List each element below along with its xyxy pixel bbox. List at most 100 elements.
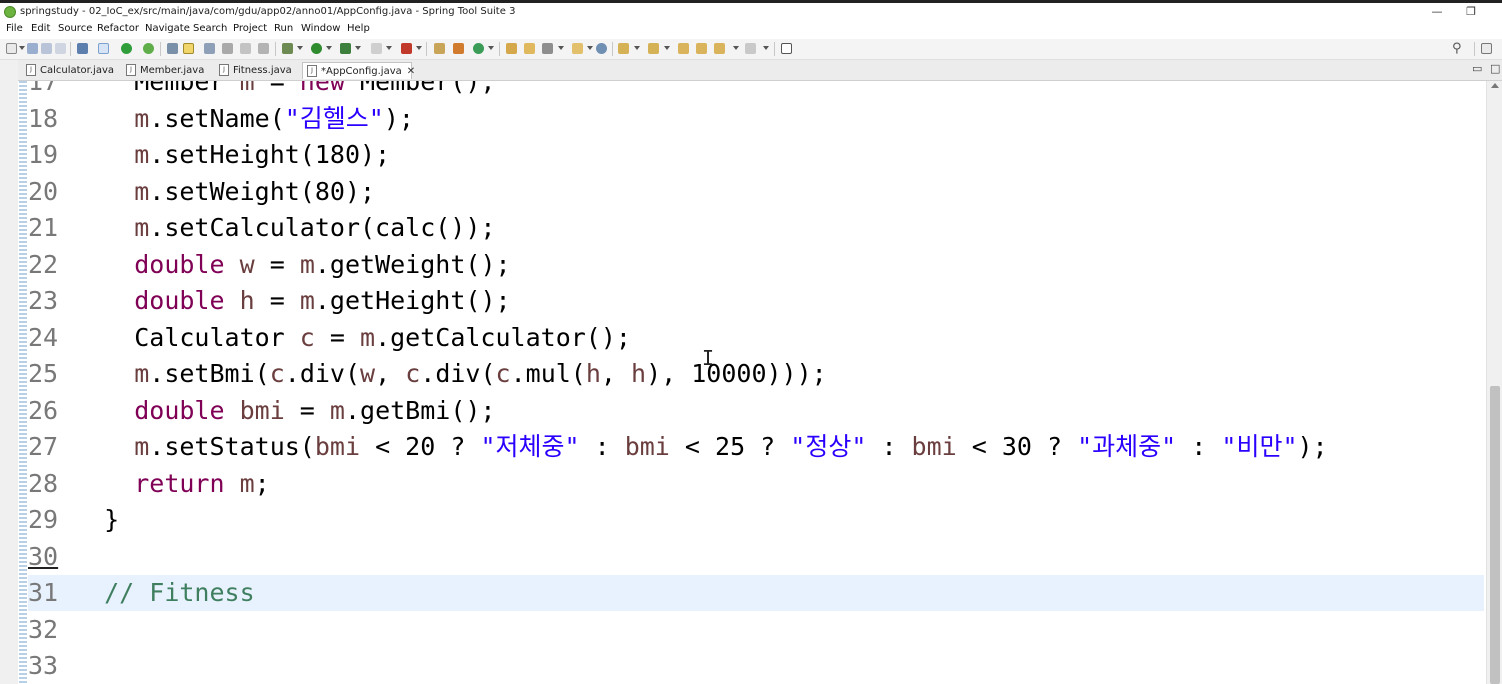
back-icon[interactable] <box>714 43 725 54</box>
code-text[interactable]: m.setHeight(180); <box>74 137 390 173</box>
open-perspective-icon[interactable] <box>1481 43 1492 54</box>
open-task-icon[interactable] <box>506 43 517 54</box>
java-file-icon: J <box>219 64 229 76</box>
browser-icon[interactable] <box>596 43 607 54</box>
tab-label: Member.java <box>140 65 205 76</box>
spring-boot-dashboard-icon[interactable] <box>121 43 132 54</box>
new-dropdown-icon[interactable] <box>19 46 25 50</box>
menu-source[interactable]: Source <box>58 23 92 34</box>
code-line[interactable]: 21 m.setCalculator(calc()); <box>28 210 1484 246</box>
forward-icon[interactable] <box>745 43 756 54</box>
code-line[interactable]: 20 m.setWeight(80); <box>28 174 1484 210</box>
code-text[interactable]: m.setStatus(bmi < 20 ? "저체중" : bmi < 25 … <box>74 429 1327 465</box>
save-all-icon[interactable] <box>41 43 52 54</box>
code-text[interactable]: double h = m.getHeight(); <box>74 283 511 319</box>
code-line[interactable]: 22 double w = m.getWeight(); <box>28 247 1484 283</box>
scroll-thumb[interactable] <box>1490 386 1500 684</box>
menu-window[interactable]: Window <box>301 23 340 34</box>
word-wrap-icon[interactable] <box>258 43 269 54</box>
code-line[interactable]: 30 <box>28 539 1484 575</box>
vertical-scrollbar[interactable] <box>1486 81 1502 684</box>
print-icon[interactable] <box>55 43 66 54</box>
code-line[interactable]: 24 Calculator c = m.getCalculator(); <box>28 320 1484 356</box>
code-line[interactable]: 31 // Fitness <box>28 575 1484 611</box>
menu-edit[interactable]: Edit <box>31 23 50 34</box>
coverage-icon[interactable] <box>340 43 351 54</box>
code-line[interactable]: 27 m.setStatus(bmi < 20 ? "저체중" : bmi < … <box>28 429 1484 465</box>
code-line[interactable]: 29 } <box>28 502 1484 538</box>
code-token: .getHeight(); <box>314 286 511 315</box>
code-token: m <box>329 395 345 425</box>
show-whitespace-icon[interactable] <box>222 43 233 54</box>
tab-member-java[interactable]: J Member.java <box>122 62 204 79</box>
tab-appconfig-java[interactable]: J *AppConfig.java ✕ <box>302 62 415 79</box>
new-java-project-icon[interactable] <box>434 43 445 54</box>
scroll-up-icon[interactable] <box>1491 83 1499 88</box>
search-tool-icon[interactable] <box>542 43 553 54</box>
previous-annotation-icon[interactable] <box>648 43 659 54</box>
code-line[interactable]: 17 Member m = new Member(); <box>28 81 1484 100</box>
tab-calculator-java[interactable]: J Calculator.java <box>22 62 114 79</box>
code-text[interactable]: return m; <box>74 466 270 502</box>
block-select-icon[interactable] <box>204 43 215 54</box>
save-icon[interactable] <box>27 43 38 54</box>
minimize-editor-icon[interactable]: ▭ <box>1472 62 1482 75</box>
code-text[interactable]: double w = m.getWeight(); <box>74 247 510 283</box>
open-type-icon[interactable] <box>167 43 178 54</box>
menu-file[interactable]: File <box>6 23 23 34</box>
code-text[interactable]: m.setWeight(80); <box>74 174 375 210</box>
code-text[interactable]: Calculator c = m.getCalculator(); <box>74 320 631 356</box>
code-text[interactable]: } <box>74 502 119 538</box>
code-line[interactable]: 26 double bmi = m.getBmi(); <box>28 393 1484 429</box>
code-line[interactable]: 28 return m; <box>28 466 1484 502</box>
toggle-mark-icon[interactable] <box>98 43 109 54</box>
code-editor[interactable]: 17 Member m = new Member(); 18 m.setName(… <box>28 81 1484 684</box>
new-icon[interactable] <box>6 43 17 54</box>
code-line[interactable]: 25 m.setBmi(c.div(w, c.div(c.mul(h, h), … <box>28 356 1484 392</box>
menu-refactor[interactable]: Refactor <box>97 23 139 34</box>
open-folder-icon[interactable] <box>524 43 535 54</box>
code-line[interactable]: 18 m.setName("김헬스"); <box>28 101 1484 137</box>
code-text[interactable]: Member m = new Member(); <box>74 81 495 100</box>
external-tools-icon[interactable] <box>401 43 412 54</box>
close-icon[interactable]: ✕ <box>407 66 415 77</box>
console-icon[interactable] <box>77 43 88 54</box>
code-text[interactable]: // Fitness <box>74 575 255 611</box>
menu-navigate[interactable]: Navigate <box>145 23 190 34</box>
menu-help[interactable]: Help <box>347 23 370 34</box>
pilcrow-icon[interactable] <box>240 43 251 54</box>
run-icon[interactable] <box>311 43 322 54</box>
new-class-icon[interactable] <box>473 43 484 54</box>
code-line[interactable]: 19 m.setHeight(180); <box>28 137 1484 173</box>
last-edit-location-icon[interactable] <box>678 43 689 54</box>
next-annotation-icon[interactable] <box>618 43 629 54</box>
maximize-editor-icon[interactable]: □ <box>1490 62 1500 75</box>
tab-fitness-java[interactable]: J Fitness.java <box>215 62 292 79</box>
open-resource-icon[interactable] <box>572 43 583 54</box>
menu-run[interactable]: Run <box>274 23 293 34</box>
back-history-icon[interactable] <box>696 43 707 54</box>
code-text[interactable]: double bmi = m.getBmi(); <box>74 393 495 429</box>
stop-icon[interactable] <box>371 43 382 54</box>
code-line[interactable]: 32 <box>28 612 1484 648</box>
refresh-icon[interactable] <box>143 43 154 54</box>
code-text[interactable]: m.setName("김헬스"); <box>74 101 414 137</box>
toggle-highlight-icon[interactable] <box>183 43 194 54</box>
code-line[interactable]: 23 double h = m.getHeight(); <box>28 283 1484 319</box>
search-icon[interactable]: ⚲ <box>1452 41 1462 56</box>
debug-icon[interactable] <box>282 43 293 54</box>
code-token: .getBmi(); <box>344 395 496 425</box>
minimize-button[interactable]: — <box>1422 3 1452 23</box>
code-line[interactable]: 33 <box>28 648 1484 684</box>
menu-search[interactable]: Search <box>193 23 227 34</box>
code-text[interactable]: m.setCalculator(calc()); <box>74 210 495 246</box>
new-package-icon[interactable] <box>453 43 464 54</box>
menu-project[interactable]: Project <box>233 23 267 34</box>
pin-editor-icon[interactable] <box>781 43 792 54</box>
restore-button[interactable]: ❐ <box>1456 3 1486 23</box>
